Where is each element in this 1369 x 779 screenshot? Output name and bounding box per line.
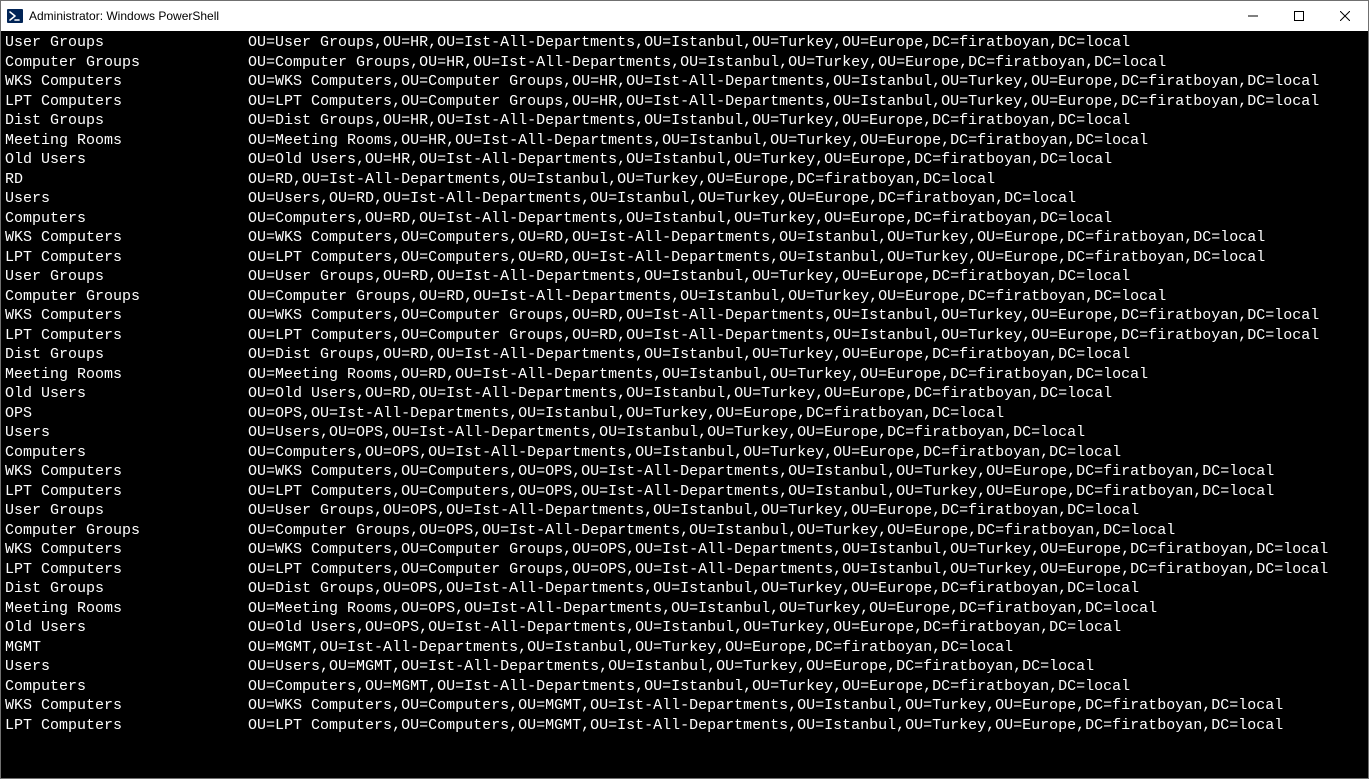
close-button[interactable] [1322,1,1368,31]
output-line: LPT Computers OU=LPT Computers,OU=Comput… [5,560,1364,580]
output-line: Dist Groups OU=Dist Groups,OU=HR,OU=Ist-… [5,111,1364,131]
output-line: WKS Computers OU=WKS Computers,OU=Comput… [5,72,1364,92]
output-line: Computer Groups OU=Computer Groups,OU=HR… [5,53,1364,73]
output-line: Meeting Rooms OU=Meeting Rooms,OU=HR,OU=… [5,131,1364,151]
powershell-icon [7,8,23,24]
output-line: Meeting Rooms OU=Meeting Rooms,OU=OPS,OU… [5,599,1364,619]
output-line: WKS Computers OU=WKS Computers,OU=Comput… [5,540,1364,560]
output-line: Users OU=Users,OU=RD,OU=Ist-All-Departme… [5,189,1364,209]
output-line: Old Users OU=Old Users,OU=HR,OU=Ist-All-… [5,150,1364,170]
console-output[interactable]: User Groups OU=User Groups,OU=HR,OU=Ist-… [1,31,1368,778]
output-line: User Groups OU=User Groups,OU=OPS,OU=Ist… [5,501,1364,521]
output-line: WKS Computers OU=WKS Computers,OU=Comput… [5,696,1364,716]
output-line: Meeting Rooms OU=Meeting Rooms,OU=RD,OU=… [5,365,1364,385]
output-line: OPS OU=OPS,OU=Ist-All-Departments,OU=Ist… [5,404,1364,424]
output-line: Computers OU=Computers,OU=OPS,OU=Ist-All… [5,443,1364,463]
output-line: RD OU=RD,OU=Ist-All-Departments,OU=Istan… [5,170,1364,190]
output-line: Dist Groups OU=Dist Groups,OU=RD,OU=Ist-… [5,345,1364,365]
output-line: LPT Computers OU=LPT Computers,OU=Comput… [5,92,1364,112]
output-line: LPT Computers OU=LPT Computers,OU=Comput… [5,326,1364,346]
output-line: Users OU=Users,OU=OPS,OU=Ist-All-Departm… [5,423,1364,443]
output-line: Computer Groups OU=Computer Groups,OU=RD… [5,287,1364,307]
output-line: Old Users OU=Old Users,OU=OPS,OU=Ist-All… [5,618,1364,638]
output-line: Computers OU=Computers,OU=RD,OU=Ist-All-… [5,209,1364,229]
maximize-button[interactable] [1276,1,1322,31]
window-controls [1230,1,1368,31]
output-line: Dist Groups OU=Dist Groups,OU=OPS,OU=Ist… [5,579,1364,599]
window-title: Administrator: Windows PowerShell [29,9,219,23]
titlebar-left: Administrator: Windows PowerShell [1,8,219,24]
output-line: LPT Computers OU=LPT Computers,OU=Comput… [5,248,1364,268]
output-line: WKS Computers OU=WKS Computers,OU=Comput… [5,228,1364,248]
output-line: MGMT OU=MGMT,OU=Ist-All-Departments,OU=I… [5,638,1364,658]
minimize-button[interactable] [1230,1,1276,31]
output-line: Computer Groups OU=Computer Groups,OU=OP… [5,521,1364,541]
output-line: LPT Computers OU=LPT Computers,OU=Comput… [5,716,1364,736]
output-line: WKS Computers OU=WKS Computers,OU=Comput… [5,306,1364,326]
output-line: Computers OU=Computers,OU=MGMT,OU=Ist-Al… [5,677,1364,697]
output-line: Users OU=Users,OU=MGMT,OU=Ist-All-Depart… [5,657,1364,677]
output-line: LPT Computers OU=LPT Computers,OU=Comput… [5,482,1364,502]
output-line: Old Users OU=Old Users,OU=RD,OU=Ist-All-… [5,384,1364,404]
titlebar[interactable]: Administrator: Windows PowerShell [1,1,1368,31]
output-line: WKS Computers OU=WKS Computers,OU=Comput… [5,462,1364,482]
output-line: User Groups OU=User Groups,OU=HR,OU=Ist-… [5,33,1364,53]
output-line: User Groups OU=User Groups,OU=RD,OU=Ist-… [5,267,1364,287]
powershell-window: Administrator: Windows PowerShell User G… [0,0,1369,779]
